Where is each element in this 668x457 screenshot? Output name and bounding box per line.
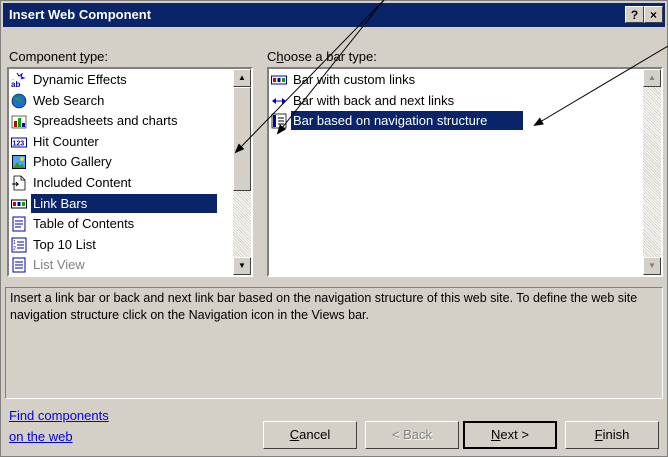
list-view-icon [12,257,26,273]
finish-button[interactable]: Finish [565,421,659,449]
description-box: Insert a link bar or back and next link … [5,287,663,399]
list-item-label: Bar with back and next links [293,92,455,108]
back-button[interactable]: < Back [365,421,459,449]
help-button[interactable]: ? [625,6,644,23]
svg-text:123: 123 [13,140,25,147]
scroll-thumb[interactable] [233,87,251,191]
scroll-up-button[interactable]: ▲ [643,69,661,87]
svg-text:2: 2 [13,246,16,252]
link-bars-icon [11,199,27,209]
scroll-up-button[interactable]: ▲ [233,69,251,87]
custom-links-icon [271,75,287,85]
svg-text:ab: ab [11,80,20,88]
title-bar[interactable]: Insert Web Component ? × [3,3,665,27]
list-item-label: Included Content [33,175,132,190]
bar-type-label: Choose a bar type: [267,49,377,64]
bar-list-scrollbar[interactable]: ▲ ▼ [643,69,661,275]
list-item-label: Top 10 List [33,236,96,252]
list-item-label: Spreadsheets and charts [33,113,178,129]
back-next-arrows-icon [272,97,286,104]
navigation-structure-icon [271,113,287,129]
scroll-down-button[interactable]: ▼ [643,257,661,275]
dialog-title: Insert Web Component [9,7,152,22]
web-search-icon [11,93,27,108]
close-button[interactable]: × [644,6,663,23]
cancel-button[interactable]: Cancel [263,421,357,449]
list-item-label: Bar based on navigation structure [291,111,523,131]
list-item-label: Table of Contents [33,216,135,232]
list-item-label: Photo Gallery [33,154,112,170]
list-item-label: Dynamic Effects [33,72,127,87]
spreadsheet-chart-icon [11,115,27,129]
find-components-link-line2[interactable]: on the web [9,429,73,444]
find-components-link-line1[interactable]: Find components [9,408,109,423]
insert-web-component-dialog: Insert Web Component ? × Component type:… [0,0,668,457]
list-item-label: Hit Counter [33,133,99,149]
list-item-label: Web Search [33,92,105,108]
scroll-down-button[interactable]: ▼ [233,257,251,275]
dynamic-effects-icon: .ab [11,72,26,88]
list-item-label: Bar with custom links [293,72,416,87]
list-item-label: List View [33,257,85,273]
photo-gallery-icon [12,155,26,170]
next-button[interactable]: Next > [463,421,557,449]
list-item-label: Link Bars [31,193,217,213]
component-type-list[interactable]: ▲ ▼ . ab Dynamic Effects Web Search Spreadsh… [7,67,253,277]
bar-type-list[interactable]: ▲ ▼ Bar with custom links Bar with back a… [267,67,663,277]
component-type-label: Component type: [9,49,109,64]
included-content-icon [12,175,26,191]
component-list-scrollbar[interactable]: ▲ ▼ [233,69,251,275]
table-of-contents-icon [12,216,26,232]
hit-counter-icon: 123 [11,137,27,148]
top-10-list-icon: 12 [11,237,27,253]
